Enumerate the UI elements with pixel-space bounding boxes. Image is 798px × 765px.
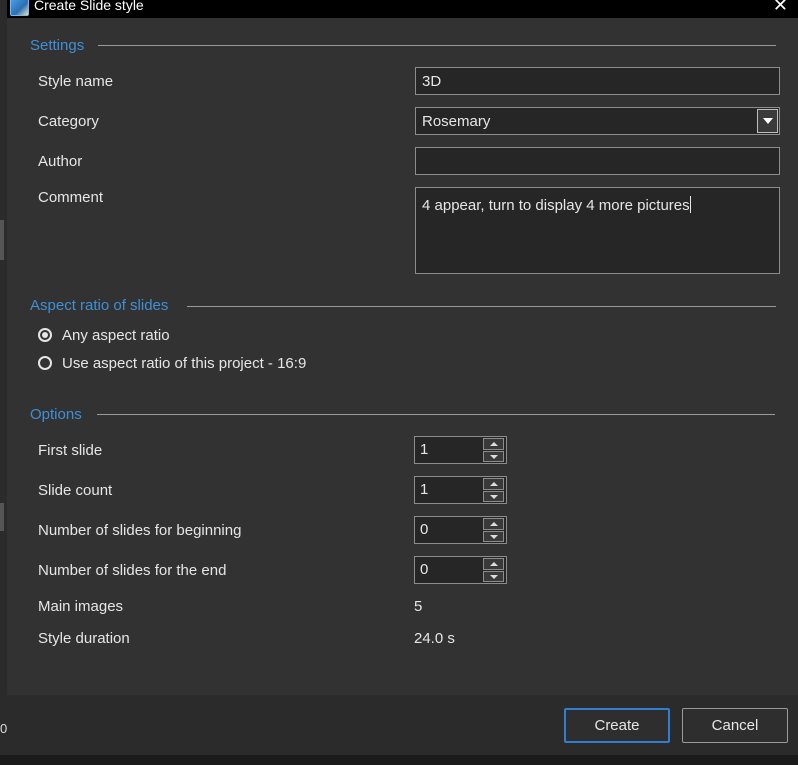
first-slide-value: 1 — [420, 441, 429, 458]
options-heading: Options — [30, 406, 96, 423]
spin-up-icon[interactable] — [483, 478, 504, 490]
first-slide-label: First slide — [38, 442, 103, 459]
background-app-edge: 0 — [0, 0, 7, 765]
comment-label: Comment — [38, 189, 104, 206]
slide-count-spinbox[interactable]: 1 — [414, 476, 507, 504]
spin-up-icon[interactable] — [483, 518, 504, 530]
dialog-footer: Create Cancel — [7, 695, 798, 755]
slide-count-label: Slide count — [38, 482, 113, 499]
app-icon — [10, 0, 29, 16]
beginning-slides-label: Number of slides for beginning — [38, 522, 242, 539]
aspect-divider — [187, 306, 776, 307]
end-slides-value: 0 — [420, 561, 429, 578]
project-aspect-radio[interactable] — [38, 356, 52, 370]
background-scroll-marker — [0, 220, 4, 260]
chevron-down-icon[interactable] — [757, 109, 778, 133]
title-bar[interactable]: Create Slide style ✕ — [7, 0, 798, 18]
settings-heading: Settings — [30, 37, 99, 54]
any-aspect-label[interactable]: Any aspect ratio — [62, 327, 170, 344]
spin-down-icon[interactable] — [483, 490, 504, 502]
spin-up-icon[interactable] — [483, 438, 504, 450]
category-select[interactable]: Rosemary — [415, 107, 780, 135]
comment-textarea[interactable]: 4 appear, turn to display 4 more picture… — [415, 187, 780, 274]
cancel-button[interactable]: Cancel — [682, 708, 788, 743]
spin-down-icon[interactable] — [483, 450, 504, 462]
end-slides-spinbox[interactable]: 0 — [414, 556, 507, 584]
style-name-input[interactable]: 3D — [415, 67, 780, 95]
beginning-slides-spinbox[interactable]: 0 — [414, 516, 507, 544]
style-duration-value: 24.0 s — [414, 630, 455, 647]
text-caret — [689, 196, 691, 213]
create-button[interactable]: Create — [564, 708, 670, 743]
any-aspect-radio[interactable] — [38, 328, 52, 342]
window-title: Create Slide style — [34, 0, 144, 13]
slide-count-value: 1 — [420, 481, 429, 498]
main-images-value: 5 — [414, 598, 423, 615]
beginning-slides-value: 0 — [420, 521, 429, 538]
beginning-slides-arrows — [483, 518, 504, 542]
close-button[interactable]: ✕ — [773, 0, 788, 16]
style-name-value: 3D — [422, 73, 442, 90]
project-aspect-label[interactable]: Use aspect ratio of this project - 16:9 — [62, 355, 306, 372]
aspect-heading: Aspect ratio of slides — [30, 297, 183, 314]
settings-divider — [97, 45, 776, 46]
spin-up-icon[interactable] — [483, 558, 504, 570]
spin-down-icon[interactable] — [483, 570, 504, 582]
comment-value: 4 appear, turn to display 4 more picture… — [422, 197, 690, 214]
style-duration-label: Style duration — [38, 630, 130, 647]
end-slides-label: Number of slides for the end — [38, 562, 227, 579]
create-slide-style-dialog: Create Slide style ✕ Settings Style name… — [7, 0, 798, 755]
slide-count-arrows — [483, 478, 504, 502]
background-bottom-strip — [0, 755, 798, 765]
background-scroll-marker-2 — [0, 503, 4, 531]
options-divider — [97, 414, 775, 415]
main-images-label: Main images — [38, 598, 124, 615]
end-slides-arrows — [483, 558, 504, 582]
spin-down-icon[interactable] — [483, 530, 504, 542]
author-label: Author — [38, 153, 83, 170]
first-slide-spinbox[interactable]: 1 — [414, 436, 507, 464]
author-input[interactable] — [415, 147, 780, 175]
category-label: Category — [38, 113, 99, 130]
category-value: Rosemary — [422, 113, 491, 130]
first-slide-arrows — [483, 438, 504, 462]
style-name-label: Style name — [38, 73, 114, 90]
